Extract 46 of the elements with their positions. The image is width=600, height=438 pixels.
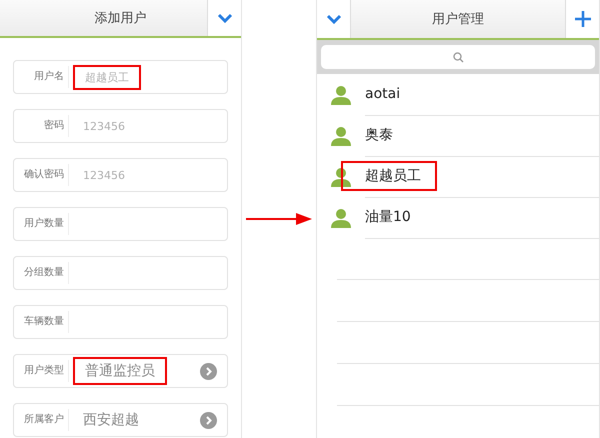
field-value: 西安超越 (83, 411, 139, 429)
field-label: 车辆数量 (14, 311, 69, 333)
input-field[interactable]: 确认密码 123456 (13, 158, 228, 192)
user-list-item[interactable]: aotai (317, 74, 599, 115)
field-label: 用户数量 (14, 213, 69, 235)
user-icon (331, 126, 351, 146)
user-icon (331, 166, 351, 186)
user-name: 奥泰 (365, 126, 393, 144)
field-label: 用户类型 (14, 360, 69, 382)
input-field[interactable]: 用户数量 (13, 207, 228, 241)
input-field[interactable]: 用户名 超越员工 (13, 60, 228, 94)
add-button[interactable] (565, 0, 599, 38)
user-name: 油量10 (365, 208, 411, 226)
field-value: 普通监控员 (73, 357, 167, 385)
field-label: 所属客户 (14, 409, 69, 431)
search-icon (452, 52, 464, 62)
input-field[interactable]: 密码 123456 (13, 109, 228, 143)
screen-title: 用户管理 (432, 11, 484, 28)
field-label: 密码 (14, 115, 69, 137)
chevron-right-icon (200, 362, 217, 380)
field-label: 用户名 (14, 66, 69, 88)
user-icon (331, 208, 351, 228)
search-field[interactable] (321, 45, 595, 69)
field-value: 123456 (83, 120, 125, 132)
user-list-item[interactable]: 油量10 (317, 197, 599, 238)
user-icon (331, 84, 351, 104)
input-field[interactable]: 车辆数量 (13, 305, 228, 339)
field-label: 分组数量 (14, 262, 69, 284)
field-value: 超越员工 (73, 64, 141, 90)
chevron-down-icon (326, 14, 342, 24)
collapse-button[interactable] (317, 0, 351, 38)
select-field[interactable]: 所属客户 西安超越 (13, 403, 228, 437)
user-name: 超越员工 (341, 161, 437, 191)
input-field[interactable]: 分组数量 (13, 256, 228, 290)
chevron-down-icon (216, 13, 232, 23)
plus-icon (574, 10, 592, 28)
field-label: 确认密码 (14, 164, 69, 186)
select-field[interactable]: 用户类型 普通监控员 (13, 354, 228, 388)
screen-title: 添加用户 (94, 10, 146, 27)
user-list-item[interactable]: 奥泰 (317, 115, 599, 156)
user-list-item[interactable]: 超越员工 (317, 156, 599, 197)
collapse-button[interactable] (207, 0, 241, 36)
user-name: aotai (365, 86, 400, 102)
field-value: 123456 (83, 168, 125, 182)
arrow-icon (246, 212, 312, 226)
chevron-right-icon (200, 412, 217, 428)
